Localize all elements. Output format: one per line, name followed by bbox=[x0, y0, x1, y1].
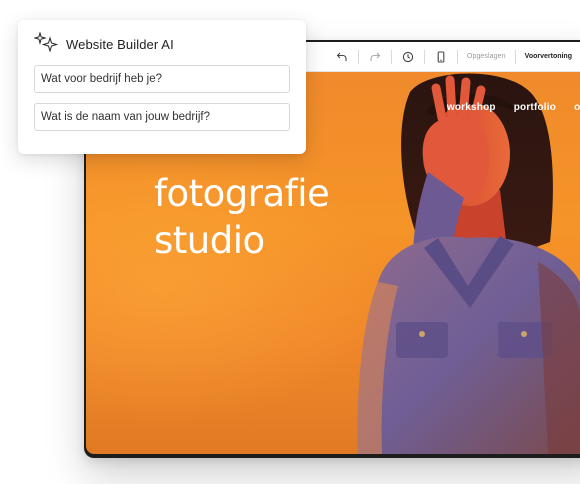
site-heading-line1: fotografie bbox=[154, 172, 330, 215]
save-status: Opgeslagen bbox=[466, 53, 506, 60]
ai-panel-header: Website Builder AI bbox=[33, 30, 290, 57]
site-heading[interactable]: fotografie studio bbox=[154, 170, 330, 264]
toolbar-divider bbox=[357, 49, 359, 64]
nav-over[interactable]: over bbox=[574, 102, 580, 113]
business-name-input[interactable] bbox=[34, 103, 290, 131]
history-icon[interactable] bbox=[397, 46, 419, 68]
sparkle-icon bbox=[33, 30, 60, 57]
mobile-icon[interactable] bbox=[430, 46, 452, 68]
site-navigation: workshop portfolio over bbox=[447, 102, 580, 113]
undo-icon[interactable] bbox=[331, 46, 353, 68]
nav-portfolio[interactable]: portfolio bbox=[514, 102, 556, 113]
site-heading-line2: studio bbox=[154, 219, 265, 262]
redo-icon[interactable] bbox=[364, 46, 386, 68]
toolbar-divider bbox=[423, 49, 425, 64]
hero-photo[interactable] bbox=[318, 72, 580, 454]
nav-workshop[interactable]: workshop bbox=[447, 102, 496, 113]
toolbar-divider bbox=[456, 49, 458, 64]
business-type-input[interactable] bbox=[34, 65, 290, 93]
toolbar-divider bbox=[514, 49, 516, 64]
screenshot-stage: Opgeslagen Voorvertoning workshop portfo… bbox=[0, 0, 580, 484]
toolbar-divider bbox=[390, 49, 392, 64]
preview-button[interactable]: Voorvertoning bbox=[525, 53, 572, 60]
ai-panel-title: Website Builder AI bbox=[66, 36, 174, 52]
ai-builder-panel: Website Builder AI bbox=[18, 20, 306, 154]
